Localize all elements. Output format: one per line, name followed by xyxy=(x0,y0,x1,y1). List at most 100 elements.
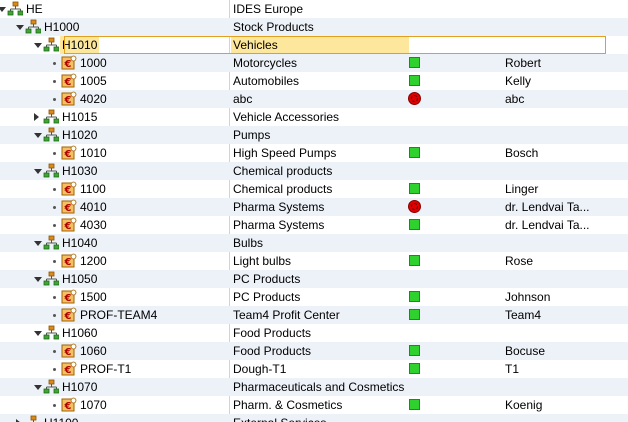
node-description: High Speed Pumps xyxy=(233,146,337,160)
tree-node-group[interactable]: H1040 Bulbs xyxy=(0,234,628,252)
collapse-arrow-icon[interactable] xyxy=(34,43,42,48)
tree-node-leaf[interactable]: € PROF-TEAM4 Team4 Profit Center Team4 xyxy=(0,306,628,324)
person-responsible: Kelly xyxy=(505,74,532,88)
tree-node-group[interactable]: H1020 Pumps xyxy=(0,126,628,144)
node-id[interactable]: H1015 xyxy=(60,108,99,126)
tree-node-leaf[interactable]: €4020 abc abc xyxy=(0,90,628,108)
node-description: Pumps xyxy=(233,128,271,142)
node-id[interactable]: 1060 xyxy=(78,342,109,360)
tree-node-leaf[interactable]: €1100 Chemical products Linger xyxy=(0,180,628,198)
tree-node-leaf[interactable]: €4010 Pharma Systems dr. Lendvai Ta... xyxy=(0,198,628,216)
tree-node-group[interactable]: H1060 Food Products xyxy=(0,324,628,342)
hierarchy-node-icon xyxy=(43,325,60,341)
tree-node-leaf[interactable]: €1000 Motorcycles Robert xyxy=(0,54,628,72)
tree-rows: HE IDES Europe H1000 Stock Products H1010 Veh… xyxy=(0,0,628,422)
collapse-arrow-icon[interactable] xyxy=(34,133,42,138)
collapse-arrow-icon[interactable] xyxy=(0,7,6,12)
node-id[interactable]: 1500 xyxy=(78,288,109,306)
node-id[interactable]: 4010 xyxy=(78,198,109,216)
node-id[interactable]: 1005 xyxy=(78,72,109,90)
collapse-arrow-icon[interactable] xyxy=(34,169,42,174)
node-id-cell: €1000 xyxy=(0,54,229,72)
node-id[interactable]: 1070 xyxy=(78,396,109,414)
node-id-cell: H1010 xyxy=(0,36,229,54)
tree-node-group[interactable]: H1000 Stock Products xyxy=(0,18,628,36)
status-cell xyxy=(407,144,425,162)
tree-node-group[interactable]: H1030 Chemical products xyxy=(0,162,628,180)
node-id-cell: €1060 xyxy=(0,342,229,360)
node-id[interactable]: H1010 xyxy=(60,36,100,54)
node-description: Stock Products xyxy=(233,20,314,34)
node-id[interactable]: H1050 xyxy=(60,270,99,288)
node-id[interactable]: H1030 xyxy=(60,162,99,180)
node-description: Pharm. & Cosmetics xyxy=(233,398,343,412)
node-id-cell: €1005 xyxy=(0,72,229,90)
tree-node-leaf[interactable]: € PROF-T1 Dough-T1 T1 xyxy=(0,360,628,378)
node-description: Motorcycles xyxy=(233,56,298,70)
node-id[interactable]: H1040 xyxy=(60,234,99,252)
tree-node-group[interactable]: H1015 Vehicle Accessories xyxy=(0,108,628,126)
node-id[interactable]: 4030 xyxy=(78,216,109,234)
hierarchy-node-icon xyxy=(43,127,60,143)
status-cell xyxy=(407,72,425,90)
node-description: Vehicle Accessories xyxy=(233,110,340,124)
collapse-arrow-icon[interactable] xyxy=(34,241,42,246)
node-id[interactable]: H1070 xyxy=(60,378,99,396)
collapse-arrow-icon[interactable] xyxy=(16,25,24,30)
tree-node-leaf[interactable]: €1500 PC Products Johnson xyxy=(0,288,628,306)
node-description: Bulbs xyxy=(233,236,264,250)
node-id[interactable]: 1000 xyxy=(78,54,109,72)
tree-node-leaf[interactable]: €4030 Pharma Systems dr. Lendvai Ta... xyxy=(0,216,628,234)
node-id[interactable]: 1100 xyxy=(78,180,108,198)
collapse-arrow-icon[interactable] xyxy=(34,331,42,336)
node-id[interactable]: 1010 xyxy=(78,144,109,162)
leaf-bullet-icon xyxy=(53,80,56,83)
node-id[interactable]: HE xyxy=(24,0,45,18)
tree-node-group[interactable]: H1070 Pharmaceuticals and Cosmetics xyxy=(0,378,628,396)
hierarchy-node-icon xyxy=(43,379,60,395)
status-red-icon xyxy=(408,200,421,213)
node-description: Pharmaceuticals and Cosmetics xyxy=(233,380,405,394)
node-description: Team4 Profit Center xyxy=(233,308,340,322)
node-description: PC Products xyxy=(233,290,301,304)
node-id[interactable]: 1200 xyxy=(78,252,109,270)
status-green-icon xyxy=(409,399,420,410)
leaf-bullet-icon xyxy=(53,314,56,317)
node-id[interactable]: H1060 xyxy=(60,324,99,342)
person-responsible xyxy=(505,414,628,422)
expand-arrow-icon[interactable] xyxy=(34,113,39,121)
person-responsible: dr. Lendvai Ta... xyxy=(505,218,590,232)
status-green-icon xyxy=(409,57,420,68)
node-description: Pharma Systems xyxy=(233,200,325,214)
node-id[interactable]: H1000 xyxy=(42,18,81,36)
tree-node-leaf[interactable]: €1005 Automobiles Kelly xyxy=(0,72,628,90)
collapse-arrow-icon[interactable] xyxy=(34,277,42,282)
node-id-cell: €1010 xyxy=(0,144,229,162)
node-id[interactable]: H1100 xyxy=(42,414,80,422)
hierarchy-node-icon xyxy=(25,415,41,422)
leaf-bullet-icon xyxy=(53,98,56,101)
tree-node-leaf[interactable]: €1060 Food Products Bocuse xyxy=(0,342,628,360)
svg-text:€: € xyxy=(64,203,72,214)
tree-node-leaf[interactable]: €1070 Pharm. & Cosmetics Koenig xyxy=(0,396,628,414)
tree-node-group[interactable]: H1100 External Services xyxy=(0,414,628,422)
hierarchy-node-icon xyxy=(43,109,60,125)
tree-node-group[interactable]: H1010 Vehicles xyxy=(0,36,628,54)
tree-node-leaf[interactable]: €1010 High Speed Pumps Bosch xyxy=(0,144,628,162)
status-cell xyxy=(407,198,425,216)
profit-center-icon: € xyxy=(61,73,77,89)
hierarchy-node-icon xyxy=(43,163,60,179)
profit-center-icon: € xyxy=(61,199,77,215)
collapse-arrow-icon[interactable] xyxy=(34,385,42,390)
status-green-icon xyxy=(409,309,420,320)
status-cell xyxy=(407,378,425,396)
tree-node-group[interactable]: H1050 PC Products xyxy=(0,270,628,288)
tree-node-leaf[interactable]: €1200 Light bulbs Rose xyxy=(0,252,628,270)
node-id-cell: H1020 xyxy=(0,126,229,144)
node-id[interactable]: H1020 xyxy=(60,126,99,144)
node-id[interactable]: PROF-T1 xyxy=(78,360,133,378)
tree-node-group[interactable]: HE IDES Europe xyxy=(0,0,628,18)
node-id[interactable]: PROF-TEAM4 xyxy=(78,306,159,324)
node-id[interactable]: 4020 xyxy=(78,90,109,108)
leaf-bullet-icon xyxy=(53,368,56,371)
